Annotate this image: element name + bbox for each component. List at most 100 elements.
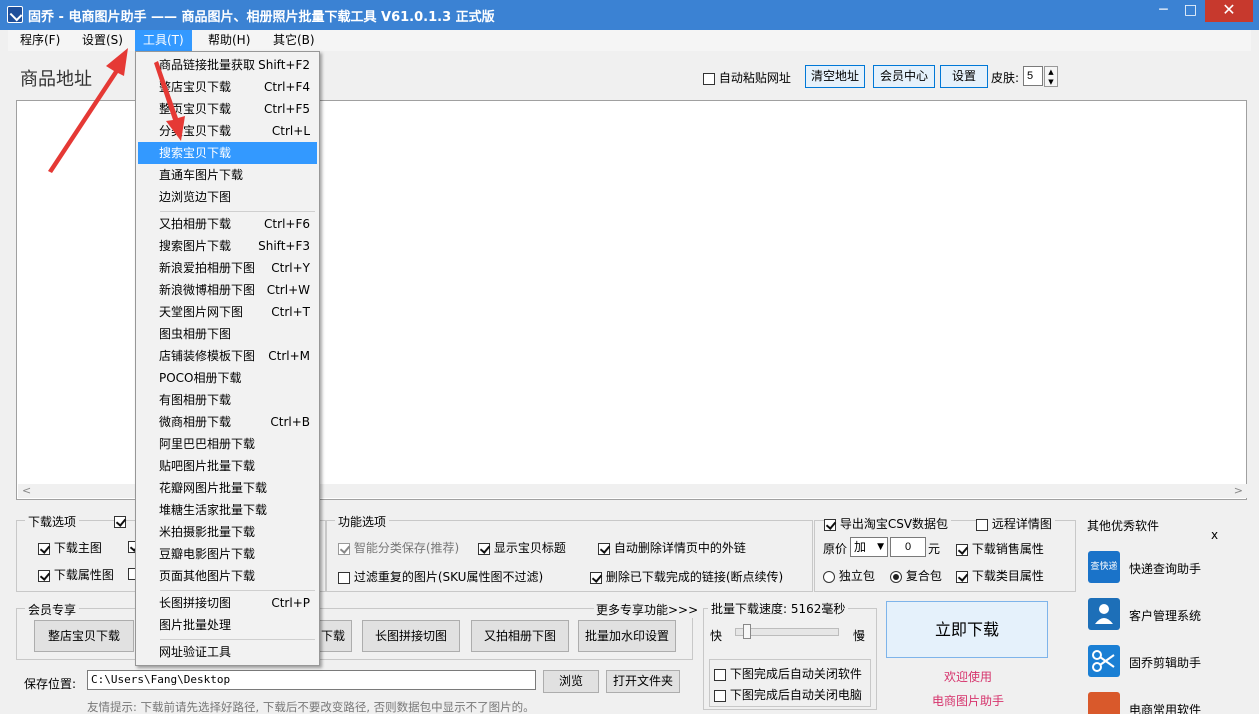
tools-menu-item[interactable]: 新浪爱拍相册下图 Ctrl+Y <box>138 257 317 279</box>
combined-radio[interactable]: 复合包 <box>890 567 942 584</box>
checkbox-icon <box>38 569 50 582</box>
more-member-link[interactable]: 更多专享功能>>> <box>594 601 701 618</box>
auto-close-app-checkbox[interactable]: 下图完成后自动关闭软件 <box>714 665 862 682</box>
member-youpai-button[interactable]: 又拍相册下图 <box>471 620 569 652</box>
tools-menu-item[interactable]: 又拍相册下载 Ctrl+F6 <box>138 213 317 235</box>
auto-paste-checkbox[interactable]: 自动粘贴网址 <box>703 69 791 86</box>
tools-menu-item[interactable]: 网址验证工具 <box>138 641 317 663</box>
tools-menu-item[interactable]: 豆瓣电影图片下载 <box>138 543 317 565</box>
tools-menu-item[interactable]: 贴吧图片批量下载 <box>138 455 317 477</box>
scroll-right-icon[interactable]: > <box>1234 484 1243 497</box>
save-hint: 友情提示: 下载前请先选择好路径, 下载后不要改变路径, 否则数据包中显示不了图… <box>87 700 535 714</box>
person-icon <box>1095 604 1113 624</box>
software-express[interactable]: 查快递 快递查询助手 <box>1088 551 1238 591</box>
download-main-checkbox[interactable]: 下载主图 <box>38 539 102 556</box>
software-express-label: 快递查询助手 <box>1129 562 1202 576</box>
tools-menu-item[interactable]: 分类宝贝下载 Ctrl+L <box>138 120 317 142</box>
member-long-image-button[interactable]: 长图拼接切图 <box>362 620 460 652</box>
maximize-button[interactable]: □ <box>1177 0 1204 22</box>
menu-item-label: 图虫相册下图 <box>159 327 232 341</box>
skin-spinner[interactable]: ▲ ▼ <box>1044 66 1058 87</box>
show-title-checkbox[interactable]: 显示宝贝标题 <box>478 539 566 556</box>
tools-menu-item[interactable]: 整店宝贝下载 Ctrl+F4 <box>138 76 317 98</box>
delete-done-checkbox[interactable]: 删除已下载完成的链接(断点续传) <box>590 568 783 585</box>
open-folder-button[interactable]: 打开文件夹 <box>606 670 680 693</box>
menu-program[interactable]: 程序(F) <box>12 30 68 51</box>
filter-dup-checkbox[interactable]: 过滤重复的图片(SKU属性图不过滤) <box>338 568 543 585</box>
minimize-button[interactable]: ─ <box>1150 0 1177 22</box>
other-software-close-icon[interactable]: x <box>1211 528 1218 542</box>
member-center-button[interactable]: 会员中心 <box>873 65 935 88</box>
menu-item-shortcut: Ctrl+Y <box>271 261 310 275</box>
menu-tools[interactable]: 工具(T) <box>135 30 192 51</box>
software-house[interactable]: 电商常用软件 <box>1088 692 1238 714</box>
tools-menu-item[interactable]: 边浏览边下图 <box>138 186 317 208</box>
download-main-label: 下载主图 <box>53 541 102 555</box>
tools-menu-item[interactable]: 图片批量处理 <box>138 614 317 636</box>
menu-item-label: 长图拼接切图 <box>159 596 232 610</box>
tools-menu-item[interactable]: 页面其他图片下载 <box>138 565 317 587</box>
speed-label: 批量下载速度: 5162毫秒 <box>708 600 849 617</box>
menu-other[interactable]: 其它(B) <box>265 30 323 51</box>
tools-menu-item[interactable]: 商品链接批量获取 Shift+F2 <box>138 54 317 76</box>
settings-button[interactable]: 设置 <box>940 65 988 88</box>
tools-menu-item[interactable]: 花瓣网图片批量下载 <box>138 477 317 499</box>
other-software-title: 其他优秀软件 <box>1087 519 1160 533</box>
tools-menu-item[interactable]: 直通车图片下载 <box>138 164 317 186</box>
combined-label: 复合包 <box>905 569 942 583</box>
speed-slider-thumb[interactable] <box>743 624 752 639</box>
export-csv-checkbox[interactable]: 导出淘宝CSV数据包 <box>824 515 952 532</box>
save-path-input[interactable]: C:\Users\Fang\Desktop <box>87 670 536 690</box>
auto-paste-label: 自动粘贴网址 <box>718 71 791 85</box>
checkbox-icon <box>598 542 610 555</box>
menu-item-shortcut: Ctrl+B <box>270 415 310 429</box>
tools-menu-item[interactable]: 微商相册下载 Ctrl+B <box>138 411 317 433</box>
menu-help[interactable]: 帮助(H) <box>200 30 258 51</box>
menu-item-label: 网址验证工具 <box>159 645 232 659</box>
tools-menu-item[interactable]: 长图拼接切图 Ctrl+P <box>138 592 317 614</box>
tools-menu-item[interactable]: 店铺装修模板下图 Ctrl+M <box>138 345 317 367</box>
member-shop-download-button[interactable]: 整店宝贝下载 <box>34 620 134 652</box>
skin-input[interactable]: 5 <box>1023 66 1043 86</box>
remote-detail-checkbox[interactable]: 远程详情图 <box>976 515 1055 532</box>
tools-menu-item[interactable]: 搜索宝贝下载 <box>138 142 317 164</box>
close-button[interactable]: ✕ <box>1205 0 1253 22</box>
auto-shutdown-checkbox[interactable]: 下图完成后自动关闭电脑 <box>714 686 862 703</box>
tools-menu-item[interactable]: 米拍摄影批量下载 <box>138 521 317 543</box>
member-title: 会员专享 <box>25 601 80 618</box>
scroll-left-icon[interactable]: < <box>22 484 31 497</box>
tools-menu-item[interactable]: 堆糖生活家批量下载 <box>138 499 317 521</box>
menu-item-label: 贴吧图片批量下载 <box>159 459 256 473</box>
menu-settings[interactable]: 设置(S) <box>74 30 131 51</box>
menu-item-shortcut: Ctrl+W <box>266 283 310 297</box>
title-bar: 固乔 - 电商图片助手 —— 商品图片、相册照片批量下载工具 V61.0.1.3… <box>0 0 1259 30</box>
category-attr-checkbox[interactable]: 下载类目属性 <box>956 567 1044 584</box>
price-value-input[interactable]: 0 <box>890 537 926 557</box>
tools-menu-item[interactable]: 阿里巴巴相册下载 <box>138 433 317 455</box>
auto-delete-links-checkbox[interactable]: 自动删除详情页中的外链 <box>598 539 746 556</box>
software-scissors[interactable]: 固乔剪辑助手 <box>1088 645 1238 685</box>
download-attr-checkbox[interactable]: 下载属性图 <box>38 566 114 583</box>
tools-menu-item[interactable]: POCO相册下载 <box>138 367 317 389</box>
tools-menu-item[interactable]: 新浪微博相册下图 Ctrl+W <box>138 279 317 301</box>
menu-item-shortcut: Ctrl+F5 <box>264 102 310 116</box>
standalone-radio[interactable]: 独立包 <box>823 567 875 584</box>
software-customer[interactable]: 客户管理系统 <box>1088 598 1238 638</box>
menu-item-shortcut: Ctrl+F6 <box>264 217 310 231</box>
smart-save-checkbox[interactable]: 智能分类保存(推荐) <box>338 539 459 556</box>
download-options-extra-checkbox[interactable] <box>114 514 126 528</box>
tools-menu-item[interactable]: 搜索图片下载 Shift+F3 <box>138 235 317 257</box>
auto-close-app-label: 下图完成后自动关闭软件 <box>729 667 862 681</box>
tools-menu-item[interactable]: 有图相册下载 <box>138 389 317 411</box>
clear-address-button[interactable]: 清空地址 <box>805 65 865 88</box>
tools-menu-item[interactable]: 图虫相册下图 <box>138 323 317 345</box>
browse-button[interactable]: 浏览 <box>543 670 599 693</box>
member-watermark-button[interactable]: 批量加水印设置 <box>578 620 676 652</box>
price-label: 原价 <box>823 542 848 556</box>
download-now-button[interactable]: 立即下载 <box>886 601 1048 658</box>
tools-menu-item[interactable]: 整页宝贝下载 Ctrl+F5 <box>138 98 317 120</box>
sales-attr-checkbox[interactable]: 下载销售属性 <box>956 540 1044 557</box>
menu-item-label: 图片批量处理 <box>159 618 232 632</box>
tools-menu-item[interactable]: 天堂图片网下图 Ctrl+T <box>138 301 317 323</box>
price-operator-select[interactable]: 加 ▼ <box>850 537 888 557</box>
